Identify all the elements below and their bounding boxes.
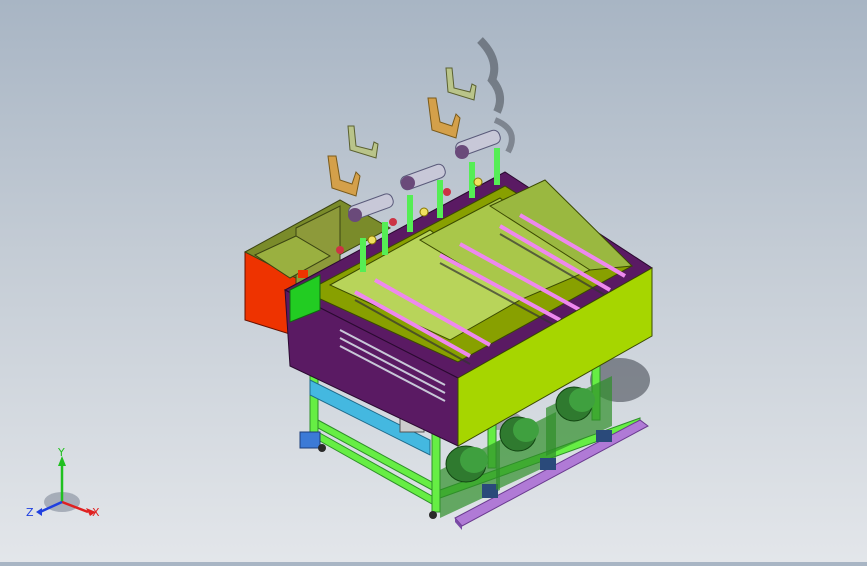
shadow <box>477 37 505 114</box>
z-arrow-head <box>36 508 42 516</box>
cad-model-drawing[interactable] <box>0 0 867 562</box>
x-axis-label: X <box>92 506 100 519</box>
y-axis-label: Y <box>57 448 65 459</box>
z-axis-label: Z <box>26 506 34 519</box>
exploded-brackets <box>327 67 477 197</box>
cad-viewport[interactable] <box>0 0 867 562</box>
coordinate-triad: Y X Z <box>22 446 108 524</box>
